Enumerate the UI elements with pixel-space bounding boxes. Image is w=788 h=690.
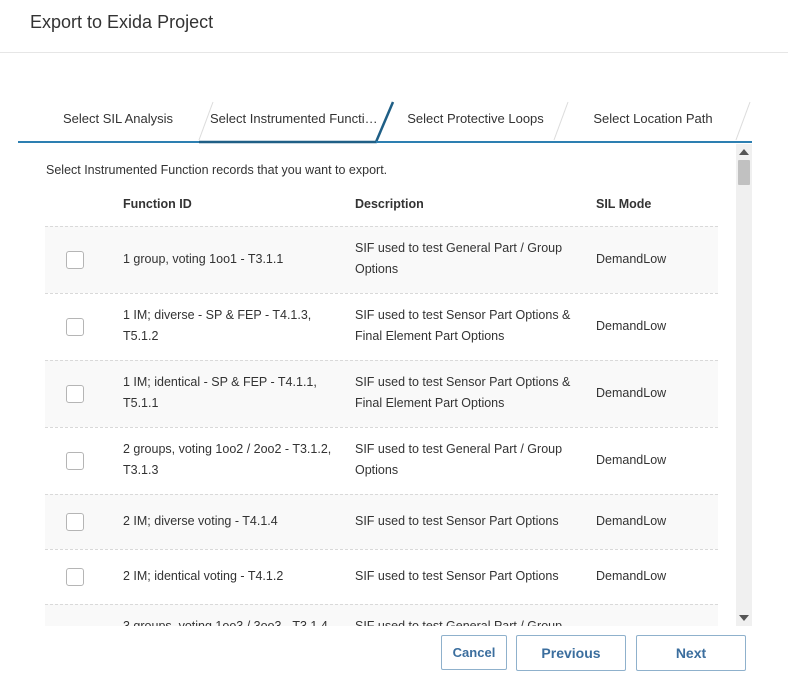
table-row[interactable]: 1 group, voting 1oo1 - T3.1.1 SIF used t… <box>45 226 718 293</box>
step-select-location-path[interactable]: Select Location Path <box>578 96 728 140</box>
cell-function-id: 2 groups, voting 1oo2 / 2oo2 - T3.1.2, T… <box>123 442 332 477</box>
row-checkbox[interactable] <box>66 251 84 269</box>
step-select-sil-analysis[interactable]: Select SIL Analysis <box>38 96 198 140</box>
dialog-header: Export to Exida Project <box>0 0 788 53</box>
cell-sil-mode: DemandLow <box>596 252 667 266</box>
step-label: Select Location Path <box>593 110 713 126</box>
step-select-instrumented-function[interactable]: Select Instrumented Functio... <box>210 96 380 140</box>
step-label: Select SIL Analysis <box>62 110 174 126</box>
row-checkbox[interactable] <box>66 318 84 336</box>
grid-header: Function ID Description SIL Mode <box>45 186 718 226</box>
column-header-sil-mode[interactable]: SIL Mode <box>596 197 651 211</box>
wizard-steps: Select SIL Analysis Select Instrumented … <box>18 96 752 144</box>
cell-sil-mode: DemandLow <box>596 514 667 528</box>
instructions-text: Select Instrumented Function records tha… <box>46 163 388 177</box>
cell-function-id: 2 IM; identical voting - T4.1.2 <box>123 569 284 583</box>
table-row[interactable]: 1 IM; identical - SP & FEP - T4.1.1, T5.… <box>45 360 718 427</box>
cell-function-id: 1 group, voting 1oo1 - T3.1.1 <box>123 252 284 266</box>
cell-description: SIF used to test Sensor Part Options & F… <box>355 308 571 343</box>
next-button[interactable]: Next <box>636 635 746 671</box>
cell-function-id: 1 IM; diverse - SP & FEP - T4.1.3, T5.1.… <box>123 308 312 343</box>
cancel-button[interactable]: Cancel <box>441 635 507 670</box>
function-grid: Function ID Description SIL Mode 1 group… <box>45 186 718 626</box>
previous-button[interactable]: Previous <box>516 635 626 671</box>
scroll-up-arrow-icon[interactable] <box>739 149 749 155</box>
table-row[interactable]: 2 IM; identical voting - T4.1.2 SIF used… <box>45 549 718 604</box>
step-content: Select Instrumented Function records tha… <box>18 144 752 626</box>
vertical-scrollbar[interactable] <box>736 144 752 626</box>
cell-sil-mode: DemandLow <box>596 319 667 333</box>
cell-function-id: 1 IM; identical - SP & FEP - T4.1.1, T5.… <box>123 375 317 410</box>
cell-function-id: 2 IM; diverse voting - T4.1.4 <box>123 514 278 528</box>
cell-description: SIF used to test General Part / Group Op… <box>355 241 563 276</box>
cell-sil-mode: DemandLow <box>596 386 667 400</box>
table-row[interactable]: 1 IM; diverse - SP & FEP - T4.1.3, T5.1.… <box>45 293 718 360</box>
cell-description: SIF used to test Sensor Part Options <box>355 514 559 528</box>
row-checkbox[interactable] <box>66 513 84 531</box>
table-row[interactable]: 3 groups, voting 1oo3 / 3oo3 - T3.1.4 SI… <box>45 604 718 626</box>
cell-description: SIF used to test General Part / Group <box>355 619 563 626</box>
cell-description: SIF used to test General Part / Group Op… <box>355 442 563 477</box>
row-checkbox[interactable] <box>66 452 84 470</box>
dialog-title: Export to Exida Project <box>30 12 214 32</box>
cell-description: SIF used to test Sensor Part Options & F… <box>355 375 571 410</box>
table-row[interactable]: 2 groups, voting 1oo2 / 2oo2 - T3.1.2, T… <box>45 427 718 494</box>
scroll-down-arrow-icon[interactable] <box>739 615 749 621</box>
cell-function-id: 3 groups, voting 1oo3 / 3oo3 - T3.1.4 <box>123 619 328 626</box>
scroll-thumb[interactable] <box>738 160 750 185</box>
cell-sil-mode: DemandLow <box>596 569 667 583</box>
table-row[interactable]: 2 IM; diverse voting - T4.1.4 SIF used t… <box>45 494 718 549</box>
cell-sil-mode: DemandLow <box>596 453 667 467</box>
column-header-description[interactable]: Description <box>355 197 424 211</box>
row-checkbox[interactable] <box>66 385 84 403</box>
step-label: Select Protective Loops <box>407 110 544 126</box>
step-select-protective-loops[interactable]: Select Protective Loops <box>398 96 553 140</box>
row-checkbox[interactable] <box>66 568 84 586</box>
step-label: Select Instrumented Functio... <box>210 110 380 126</box>
cell-description: SIF used to test Sensor Part Options <box>355 569 559 583</box>
column-header-function-id[interactable]: Function ID <box>123 197 192 211</box>
